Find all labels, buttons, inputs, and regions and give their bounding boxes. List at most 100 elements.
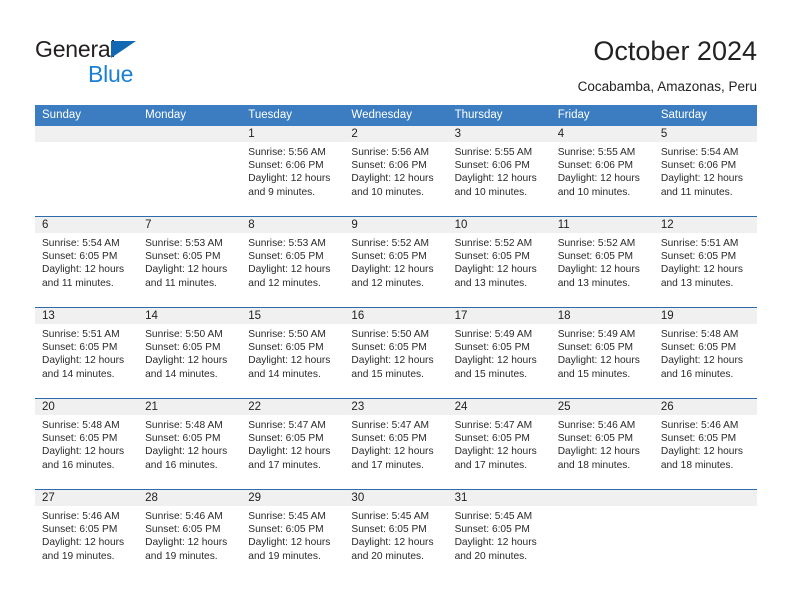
day-cell[interactable]: 7 Sunrise: 5:53 AM Sunset: 6:05 PM Daylig… xyxy=(138,216,242,308)
day-number: 30 xyxy=(344,490,448,506)
day-details: Sunrise: 5:47 AM Sunset: 6:05 PM Dayligh… xyxy=(248,420,331,471)
day-details: Sunrise: 5:48 AM Sunset: 6:05 PM Dayligh… xyxy=(145,420,228,471)
day-number: 15 xyxy=(241,308,345,324)
day-cell xyxy=(35,126,139,217)
day-details: Sunrise: 5:49 AM Sunset: 6:05 PM Dayligh… xyxy=(454,329,537,380)
day-number: 2 xyxy=(344,126,448,142)
day-cell[interactable]: 5 Sunrise: 5:54 AM Sunset: 6:06 PM Daylig… xyxy=(653,126,757,217)
day-number: 19 xyxy=(653,308,757,324)
day-cell[interactable]: 27 Sunrise: 5:46 AM Sunset: 6:05 PM Dayli… xyxy=(35,489,139,580)
day-cell[interactable]: 30 Sunrise: 5:45 AM Sunset: 6:05 PM Dayli… xyxy=(344,489,448,580)
day-cell[interactable]: 19 Sunrise: 5:48 AM Sunset: 6:05 PM Dayli… xyxy=(653,307,757,399)
day-details: Sunrise: 5:46 AM Sunset: 6:05 PM Dayligh… xyxy=(42,511,125,562)
day-details: Sunrise: 5:52 AM Sunset: 6:05 PM Dayligh… xyxy=(557,238,640,289)
day-cell[interactable]: 23 Sunrise: 5:47 AM Sunset: 6:05 PM Dayli… xyxy=(344,398,448,490)
calendar-week-row: 20 Sunrise: 5:48 AM Sunset: 6:05 PM Dayli… xyxy=(35,398,757,490)
weekday-header-saturday: Saturday xyxy=(653,105,757,126)
day-cell[interactable]: 26 Sunrise: 5:46 AM Sunset: 6:05 PM Dayli… xyxy=(653,398,757,490)
day-cell[interactable]: 31 Sunrise: 5:45 AM Sunset: 6:05 PM Dayli… xyxy=(447,489,551,580)
day-number: 31 xyxy=(447,490,551,506)
day-cell xyxy=(138,126,242,217)
day-details: Sunrise: 5:48 AM Sunset: 6:05 PM Dayligh… xyxy=(660,329,743,380)
logo-general-label: General xyxy=(35,36,116,62)
weekday-header-wednesday: Wednesday xyxy=(344,105,448,126)
day-details: Sunrise: 5:51 AM Sunset: 6:05 PM Dayligh… xyxy=(660,238,743,289)
day-cell[interactable]: 6 Sunrise: 5:54 AM Sunset: 6:05 PM Daylig… xyxy=(35,216,139,308)
day-number: 6 xyxy=(35,217,139,233)
day-details: Sunrise: 5:50 AM Sunset: 6:05 PM Dayligh… xyxy=(248,329,331,380)
logo-blue-label: Blue xyxy=(88,61,134,87)
day-cell[interactable]: 9 Sunrise: 5:52 AM Sunset: 6:05 PM Daylig… xyxy=(344,216,448,308)
day-cell[interactable]: 18 Sunrise: 5:49 AM Sunset: 6:05 PM Dayli… xyxy=(550,307,654,399)
day-cell[interactable]: 15 Sunrise: 5:50 AM Sunset: 6:05 PM Dayli… xyxy=(241,307,345,399)
day-cell[interactable]: 14 Sunrise: 5:50 AM Sunset: 6:05 PM Dayli… xyxy=(138,307,242,399)
day-number xyxy=(35,126,139,142)
day-number: 9 xyxy=(344,217,448,233)
day-number xyxy=(550,490,654,506)
day-cell[interactable]: 22 Sunrise: 5:47 AM Sunset: 6:05 PM Dayli… xyxy=(241,398,345,490)
day-details: Sunrise: 5:47 AM Sunset: 6:05 PM Dayligh… xyxy=(454,420,537,471)
day-cell[interactable]: 13 Sunrise: 5:51 AM Sunset: 6:05 PM Dayli… xyxy=(35,307,139,399)
day-number: 7 xyxy=(138,217,242,233)
day-number: 16 xyxy=(344,308,448,324)
day-details: Sunrise: 5:53 AM Sunset: 6:05 PM Dayligh… xyxy=(248,238,331,289)
day-details: Sunrise: 5:53 AM Sunset: 6:05 PM Dayligh… xyxy=(145,238,228,289)
day-details: Sunrise: 5:54 AM Sunset: 6:05 PM Dayligh… xyxy=(42,238,125,289)
day-number: 13 xyxy=(35,308,139,324)
day-cell[interactable]: 12 Sunrise: 5:51 AM Sunset: 6:05 PM Dayli… xyxy=(653,216,757,308)
day-number: 27 xyxy=(35,490,139,506)
day-cell[interactable]: 4 Sunrise: 5:55 AM Sunset: 6:06 PM Daylig… xyxy=(550,126,654,217)
day-cell[interactable]: 2 Sunrise: 5:56 AM Sunset: 6:06 PM Daylig… xyxy=(344,126,448,217)
day-cell[interactable]: 29 Sunrise: 5:45 AM Sunset: 6:05 PM Dayli… xyxy=(241,489,345,580)
day-number: 20 xyxy=(35,399,139,415)
day-number: 3 xyxy=(447,126,551,142)
day-number: 17 xyxy=(447,308,551,324)
weekday-header-monday: Monday xyxy=(138,105,242,126)
day-cell[interactable]: 25 Sunrise: 5:46 AM Sunset: 6:05 PM Dayli… xyxy=(550,398,654,490)
day-cell[interactable]: 3 Sunrise: 5:55 AM Sunset: 6:06 PM Daylig… xyxy=(447,126,551,217)
day-number: 11 xyxy=(550,217,654,233)
day-details: Sunrise: 5:56 AM Sunset: 6:06 PM Dayligh… xyxy=(351,147,434,198)
day-cell[interactable]: 10 Sunrise: 5:52 AM Sunset: 6:05 PM Dayli… xyxy=(447,216,551,308)
day-details: Sunrise: 5:50 AM Sunset: 6:05 PM Dayligh… xyxy=(145,329,228,380)
day-number: 1 xyxy=(241,126,345,142)
day-number: 12 xyxy=(653,217,757,233)
day-details: Sunrise: 5:48 AM Sunset: 6:05 PM Dayligh… xyxy=(42,420,125,471)
day-number: 26 xyxy=(653,399,757,415)
day-cell[interactable]: 17 Sunrise: 5:49 AM Sunset: 6:05 PM Dayli… xyxy=(447,307,551,399)
day-cell[interactable]: 1 Sunrise: 5:56 AM Sunset: 6:06 PM Daylig… xyxy=(241,126,345,217)
day-number: 14 xyxy=(138,308,242,324)
day-cell[interactable]: 20 Sunrise: 5:48 AM Sunset: 6:05 PM Dayli… xyxy=(35,398,139,490)
calendar-week-row: 27 Sunrise: 5:46 AM Sunset: 6:05 PM Dayli… xyxy=(35,489,757,580)
logo-text-general: General xyxy=(35,38,195,62)
calendar-week-row: 6 Sunrise: 5:54 AM Sunset: 6:05 PM Daylig… xyxy=(35,216,757,308)
day-details: Sunrise: 5:51 AM Sunset: 6:05 PM Dayligh… xyxy=(42,329,125,380)
day-number: 18 xyxy=(550,308,654,324)
page-title: October 2024 xyxy=(593,36,757,66)
weekday-header-friday: Friday xyxy=(550,105,654,126)
day-number: 10 xyxy=(447,217,551,233)
day-details: Sunrise: 5:56 AM Sunset: 6:06 PM Dayligh… xyxy=(248,147,331,198)
day-cell[interactable]: 24 Sunrise: 5:47 AM Sunset: 6:05 PM Dayli… xyxy=(447,398,551,490)
calendar-week-row: 1 Sunrise: 5:56 AM Sunset: 6:06 PM Daylig… xyxy=(35,126,757,217)
day-number: 29 xyxy=(241,490,345,506)
calendar-page: General Blue October 2024 Cocabamba, Ama… xyxy=(0,0,792,612)
day-number xyxy=(653,490,757,506)
day-details: Sunrise: 5:46 AM Sunset: 6:05 PM Dayligh… xyxy=(145,511,228,562)
day-cell[interactable]: 8 Sunrise: 5:53 AM Sunset: 6:05 PM Daylig… xyxy=(241,216,345,308)
day-details: Sunrise: 5:47 AM Sunset: 6:05 PM Dayligh… xyxy=(351,420,434,471)
day-number: 8 xyxy=(241,217,345,233)
day-details: Sunrise: 5:52 AM Sunset: 6:05 PM Dayligh… xyxy=(454,238,537,289)
day-cell xyxy=(550,489,654,580)
day-details: Sunrise: 5:49 AM Sunset: 6:05 PM Dayligh… xyxy=(557,329,640,380)
day-cell[interactable]: 28 Sunrise: 5:46 AM Sunset: 6:05 PM Dayli… xyxy=(138,489,242,580)
day-details: Sunrise: 5:45 AM Sunset: 6:05 PM Dayligh… xyxy=(248,511,331,562)
day-details: Sunrise: 5:54 AM Sunset: 6:06 PM Dayligh… xyxy=(660,147,743,198)
day-details: Sunrise: 5:45 AM Sunset: 6:05 PM Dayligh… xyxy=(351,511,434,562)
day-cell[interactable]: 16 Sunrise: 5:50 AM Sunset: 6:05 PM Dayli… xyxy=(344,307,448,399)
day-number: 25 xyxy=(550,399,654,415)
day-cell[interactable]: 21 Sunrise: 5:48 AM Sunset: 6:05 PM Dayli… xyxy=(138,398,242,490)
day-cell[interactable]: 11 Sunrise: 5:52 AM Sunset: 6:05 PM Dayli… xyxy=(550,216,654,308)
day-number: 28 xyxy=(138,490,242,506)
day-details: Sunrise: 5:45 AM Sunset: 6:05 PM Dayligh… xyxy=(454,511,537,562)
